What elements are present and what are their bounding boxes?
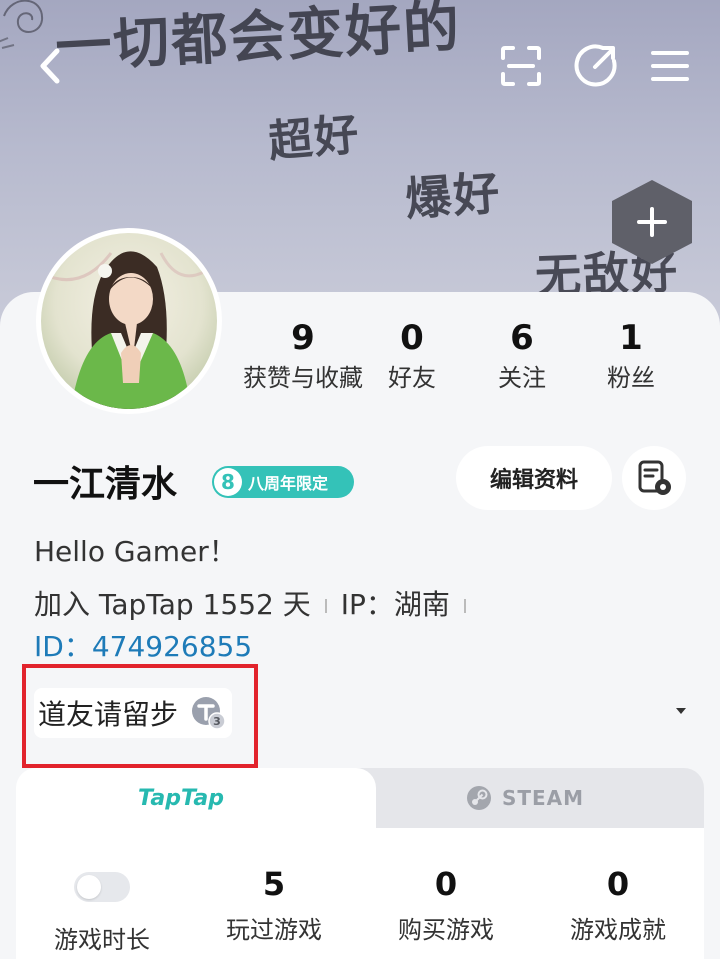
share-icon bbox=[574, 44, 617, 87]
stat-friends-label: 好友 bbox=[388, 364, 436, 392]
profile-settings-button[interactable] bbox=[622, 446, 686, 510]
playtime-toggle-wrap bbox=[22, 872, 182, 916]
tab-steam-label: STEAM bbox=[501, 786, 585, 810]
playtime-toggle[interactable] bbox=[74, 872, 130, 902]
banner-text-2: 超好 bbox=[266, 109, 363, 168]
game-stat-playtime-label: 游戏时长 bbox=[54, 926, 150, 954]
game-stat-played-value: 5 bbox=[262, 865, 286, 903]
document-gear-icon bbox=[638, 460, 671, 495]
game-stat-achievements-label: 游戏成就 bbox=[570, 916, 666, 944]
menu-button[interactable] bbox=[646, 42, 694, 90]
badge-number: 8 bbox=[214, 468, 242, 496]
separator bbox=[324, 599, 327, 613]
banner-text-1: 一切都会变好的 bbox=[53, 0, 463, 81]
game-stat-achievements[interactable]: 0 游戏成就 bbox=[538, 862, 698, 948]
profile-meta: 加入 TapTap 1552 天 IP：湖南 bbox=[34, 583, 480, 623]
toggle-knob bbox=[77, 875, 101, 899]
stat-likes-label: 获赞与收藏 bbox=[243, 364, 363, 392]
scan-button[interactable] bbox=[497, 42, 545, 90]
stat-fans-label: 粉丝 bbox=[607, 364, 655, 392]
game-stat-achievements-value: 0 bbox=[606, 865, 630, 903]
banner-text-3: 爆好 bbox=[403, 165, 503, 227]
join-days: 加入 TapTap 1552 天 bbox=[34, 588, 311, 621]
share-button[interactable] bbox=[572, 42, 620, 90]
game-stat-played-label: 玩过游戏 bbox=[226, 916, 322, 944]
tab-taptap[interactable]: TapTap bbox=[16, 768, 376, 828]
avatar[interactable] bbox=[36, 228, 222, 414]
scan-icon bbox=[501, 46, 541, 86]
game-stat-playtime[interactable]: 游戏时长 bbox=[22, 862, 182, 958]
game-stat-purchased-value: 0 bbox=[434, 865, 458, 903]
user-id[interactable]: ID：474926855 bbox=[34, 625, 252, 665]
stat-following-label: 关注 bbox=[498, 364, 546, 392]
chevron-left-icon bbox=[40, 48, 60, 84]
profile-screen: 一切都会变好的 超好 爆好 无敌好 9 获赞与收藏 0 好友 6 关注 1 粉丝… bbox=[0, 0, 720, 959]
stat-following-value: 6 bbox=[510, 318, 534, 358]
badge-text: 八周年限定 bbox=[248, 474, 329, 493]
stat-friends-value: 0 bbox=[400, 318, 424, 358]
tab-steam[interactable]: STEAM bbox=[346, 768, 704, 828]
stat-following[interactable]: 6 关注 bbox=[462, 318, 582, 396]
caret-down-icon[interactable] bbox=[674, 706, 688, 716]
stat-fans[interactable]: 1 粉丝 bbox=[571, 318, 691, 396]
edit-profile-button[interactable]: 编辑资料 bbox=[456, 446, 612, 510]
username: 一江清水 bbox=[33, 464, 178, 505]
game-stat-purchased-label: 购买游戏 bbox=[398, 916, 494, 944]
game-stat-purchased[interactable]: 0 购买游戏 bbox=[366, 862, 526, 948]
stat-likes-value: 9 bbox=[291, 318, 315, 358]
steam-icon bbox=[466, 786, 491, 810]
menu-icon bbox=[651, 51, 689, 81]
game-stat-played[interactable]: 5 玩过游戏 bbox=[194, 862, 354, 948]
anniversary-badge[interactable]: 8 八周年限定 bbox=[212, 466, 354, 498]
stat-fans-value: 1 bbox=[619, 318, 643, 358]
tab-taptap-label: TapTap bbox=[138, 785, 224, 811]
back-button[interactable] bbox=[26, 42, 74, 90]
plus-icon bbox=[637, 207, 667, 237]
ip-location: IP：湖南 bbox=[340, 588, 450, 621]
profile-bio: Hello Gamer！ bbox=[34, 535, 237, 568]
avatar-image bbox=[41, 233, 217, 409]
highlight-box bbox=[22, 664, 258, 768]
stat-likes[interactable]: 9 获赞与收藏 bbox=[243, 318, 363, 396]
separator bbox=[463, 599, 466, 613]
stat-friends[interactable]: 0 好友 bbox=[352, 318, 472, 396]
